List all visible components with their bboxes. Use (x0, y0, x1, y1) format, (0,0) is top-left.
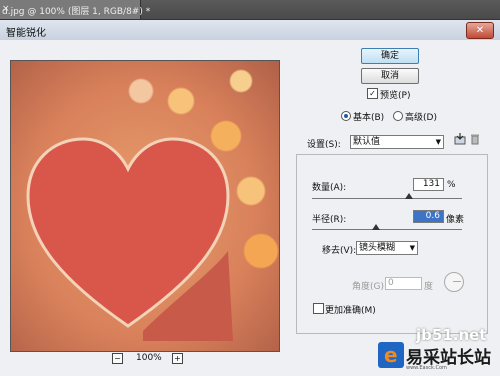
radius-input[interactable]: 0.6 (413, 210, 444, 223)
amount-slider-thumb[interactable] (405, 193, 413, 199)
amount-label: 数量(A): (312, 183, 347, 193)
advanced-mode-radio[interactable] (393, 111, 403, 121)
settings-dropdown[interactable]: 默认值 ▼ (350, 135, 444, 149)
chevron-down-icon: ▼ (435, 138, 441, 146)
document-tab[interactable]: d.jpg @ 100% (图层 1, RGB/8#) * × (0, 0, 150, 19)
heart-image (26, 137, 233, 341)
zoom-out-button[interactable]: − (112, 353, 123, 364)
zoom-in-button[interactable]: + (172, 353, 183, 364)
radius-slider-track[interactable] (312, 229, 462, 230)
document-tab-bar: d.jpg @ 100% (图层 1, RGB/8#) * × (0, 0, 500, 19)
amount-input[interactable]: 131 (413, 178, 444, 191)
zoom-control: − 100% + (112, 353, 192, 365)
settings-value: 默认值 (353, 137, 381, 147)
chevron-down-icon: ▼ (409, 244, 415, 252)
save-preset-icon[interactable] (454, 133, 466, 145)
radius-label: 半径(R): (312, 215, 347, 225)
settings-label: 设置(S): (307, 140, 341, 150)
cancel-button[interactable]: 取消 (361, 68, 419, 84)
zoom-level: 100% (136, 353, 162, 363)
more-accurate-checkbox[interactable] (313, 303, 324, 314)
amount-slider-track[interactable] (312, 198, 462, 199)
basic-mode-label: 基本(B) (353, 113, 385, 123)
remove-value: 镜头模糊 (359, 243, 396, 253)
radius-slider-thumb[interactable] (372, 224, 380, 230)
basic-mode-radio[interactable] (341, 111, 351, 121)
remove-label: 移去(V): (322, 246, 357, 256)
preview-checkbox[interactable]: ✓ (367, 88, 378, 99)
close-tab-icon[interactable]: × (2, 4, 10, 14)
watermark-sub: www.Easck.Com (406, 365, 447, 371)
site-watermark: jb51.net 易采站长站 www.Easck.Com (368, 326, 500, 376)
angle-unit: 度 (424, 282, 434, 292)
dialog-titlebar: 智能锐化 ✕ (0, 20, 500, 40)
trash-icon[interactable] (469, 133, 481, 145)
document-tab-label: d.jpg @ 100% (图层 1, RGB/8#) * (2, 7, 151, 17)
site-logo-icon (378, 342, 404, 368)
angle-label: 角度(G): (352, 282, 388, 292)
more-accurate-label: 更加准确(M) (325, 306, 376, 316)
close-dialog-button[interactable]: ✕ (466, 22, 494, 39)
radius-unit: 像素 (446, 215, 465, 225)
angle-input[interactable]: 0 (385, 277, 422, 290)
ok-button[interactable]: 确定 (361, 48, 419, 64)
smart-sharpen-dialog: 智能锐化 ✕ − 100% + 确定 取消 ✓ 预览(P) 基本(B) 高级(D… (0, 19, 500, 376)
angle-dial[interactable] (444, 272, 464, 292)
watermark-url: jb51.net (416, 326, 487, 344)
preview-checkbox-label: 预览(P) (380, 91, 411, 101)
amount-unit: % (447, 180, 456, 190)
dialog-title: 智能锐化 (6, 28, 46, 39)
preview-image[interactable] (10, 60, 280, 352)
advanced-mode-label: 高级(D) (405, 113, 437, 123)
remove-dropdown[interactable]: 镜头模糊 ▼ (356, 241, 418, 255)
